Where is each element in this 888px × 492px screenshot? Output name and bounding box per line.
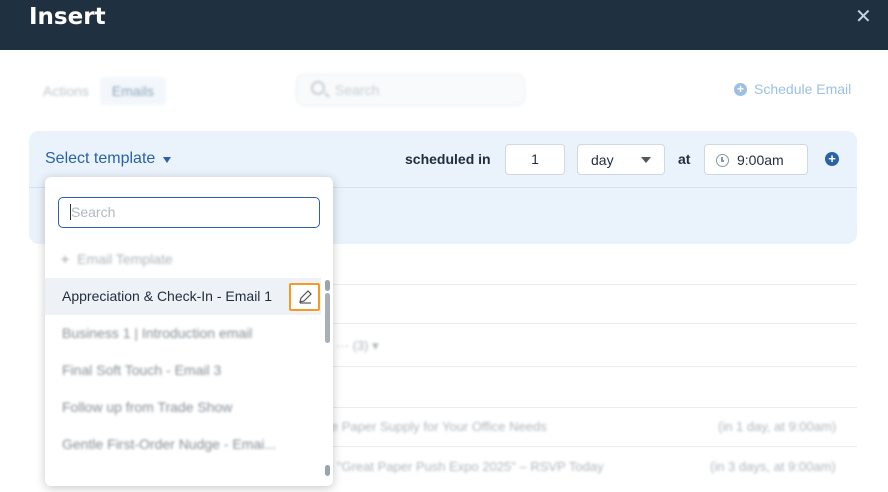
schedule-email-label: Schedule Email <box>754 81 852 97</box>
template-item-label: Final Soft Touch - Email 3 <box>62 362 222 378</box>
delay-unit-select[interactable]: day <box>577 144 665 175</box>
caret-down-icon <box>641 157 651 163</box>
row-divider <box>330 284 857 285</box>
template-item[interactable]: Follow up from Trade Show <box>45 389 321 426</box>
template-search-input[interactable]: Search <box>58 197 320 228</box>
select-template-dropdown[interactable]: Select template <box>45 150 172 168</box>
template-item[interactable]: Gentle First-Order Nudge - Emai... <box>45 426 321 463</box>
template-item-label: Business 1 | Introduction email <box>62 325 253 341</box>
pencil-icon <box>299 290 312 304</box>
row-divider <box>330 446 857 447</box>
add-step-icon[interactable]: + <box>825 152 839 166</box>
time-input[interactable]: 9:00am <box>704 144 808 175</box>
add-email-template-button[interactable]: + Email Template <box>61 251 173 267</box>
template-item[interactable]: Business 1 | Introduction email <box>45 315 321 352</box>
scrollbar-down-arrow[interactable] <box>325 465 330 476</box>
template-search-placeholder: Search <box>71 204 116 220</box>
tab-actions[interactable]: Actions <box>34 77 98 105</box>
tab-emails[interactable]: Emails <box>99 77 166 105</box>
clock-icon <box>716 154 729 167</box>
list-item: le Paper Supply for Your Office Needs <box>328 419 547 434</box>
schedule-email-button[interactable]: + Schedule Email <box>734 81 851 97</box>
search-input[interactable]: Search <box>296 74 525 106</box>
scrollbar-up-arrow[interactable] <box>325 280 330 291</box>
template-item-label: Follow up from Trade Show <box>62 399 233 415</box>
delay-number-input[interactable]: 1 <box>505 144 565 175</box>
close-icon[interactable]: ✕ <box>855 4 872 29</box>
template-dropdown-menu: Search + Email Template Appreciation & C… <box>45 177 333 486</box>
time-value: 9:00am <box>737 152 784 168</box>
plus-circle-icon: + <box>734 82 747 96</box>
template-item-label: Appreciation & Check-In - Email 1 <box>62 288 273 304</box>
row-divider <box>330 366 857 367</box>
modal-header: Insert ✕ <box>0 0 888 50</box>
list-item: e "Great Paper Push Expo 2025" – RSVP To… <box>326 459 604 474</box>
select-template-label: Select template <box>45 150 156 167</box>
row-divider <box>330 407 857 408</box>
delay-unit-value: day <box>591 152 614 168</box>
add-email-template-label: Email Template <box>77 251 173 267</box>
search-placeholder: Search <box>335 82 380 98</box>
plus-icon: + <box>61 251 70 267</box>
at-label: at <box>678 151 691 167</box>
row-divider <box>330 323 857 324</box>
caret-down-icon <box>163 157 172 163</box>
edit-template-button[interactable] <box>289 283 320 311</box>
search-icon <box>311 81 325 95</box>
scheduled-in-label: scheduled in <box>405 151 491 167</box>
modal-title: Insert <box>29 4 106 30</box>
list-item: ··· (3) ▾ <box>336 338 379 353</box>
list-item-timing: (in 3 days, at 9:00am) <box>710 459 836 474</box>
template-item-label: Gentle First-Order Nudge - Emai... <box>62 436 276 452</box>
text-cursor <box>70 204 71 220</box>
scrollbar-thumb[interactable] <box>325 293 330 343</box>
template-item[interactable]: Final Soft Touch - Email 3 <box>45 352 321 389</box>
list-item-timing: (in 1 day, at 9:00am) <box>718 419 837 434</box>
template-item-selected[interactable]: Appreciation & Check-In - Email 1 <box>45 278 321 315</box>
tab-bar: Actions Emails <box>34 77 168 105</box>
